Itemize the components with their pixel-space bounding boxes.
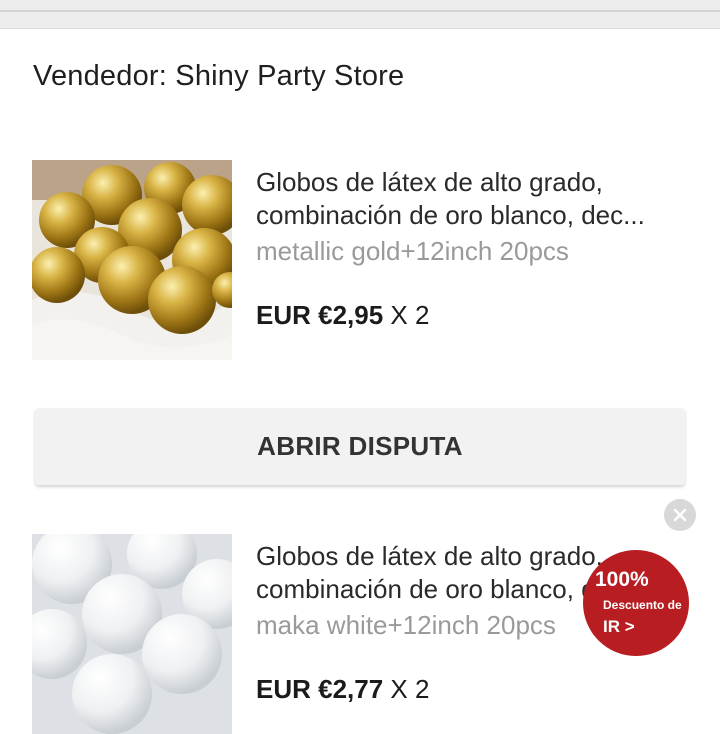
product-price: EUR €2,77 bbox=[256, 674, 384, 704]
top-divider-bar bbox=[0, 0, 720, 29]
close-icon bbox=[673, 508, 687, 522]
close-promo-button[interactable] bbox=[664, 499, 696, 531]
product-thumbnail[interactable] bbox=[32, 160, 232, 360]
product-title-line: combinación de oro blanco, dec... bbox=[256, 200, 645, 230]
price-row: EUR €2,95 X 2 bbox=[256, 300, 429, 331]
product-title[interactable]: Globos de látex de alto grado, combinaci… bbox=[256, 166, 706, 232]
product-variant: metallic gold+12inch 20pcs bbox=[256, 236, 569, 266]
price-row: EUR €2,77 X 2 bbox=[256, 674, 429, 705]
promo-cta: IR > bbox=[603, 617, 635, 636]
white-balloons-image bbox=[32, 534, 232, 734]
gold-balloons-image bbox=[32, 160, 232, 360]
product-variant: maka white+12inch 20pcs bbox=[256, 610, 556, 640]
promo-percent: 100% bbox=[595, 568, 649, 591]
promo-description: Descuento de bbox=[603, 598, 682, 612]
seller-name[interactable]: Vendedor: Shiny Party Store bbox=[33, 60, 404, 93]
discount-promo-badge[interactable]: 100% Descuento de IR > bbox=[583, 550, 689, 656]
product-quantity: X 2 bbox=[390, 300, 430, 330]
product-quantity: X 2 bbox=[390, 674, 430, 704]
product-title-line: Globos de látex de alto grado, bbox=[256, 167, 603, 197]
product-thumbnail[interactable] bbox=[32, 534, 232, 734]
product-price: EUR €2,95 bbox=[256, 300, 384, 330]
open-dispute-button[interactable]: ABRIR DISPUTA bbox=[35, 408, 685, 485]
order-item[interactable]: Globos de látex de alto grado, combinaci… bbox=[32, 160, 720, 360]
